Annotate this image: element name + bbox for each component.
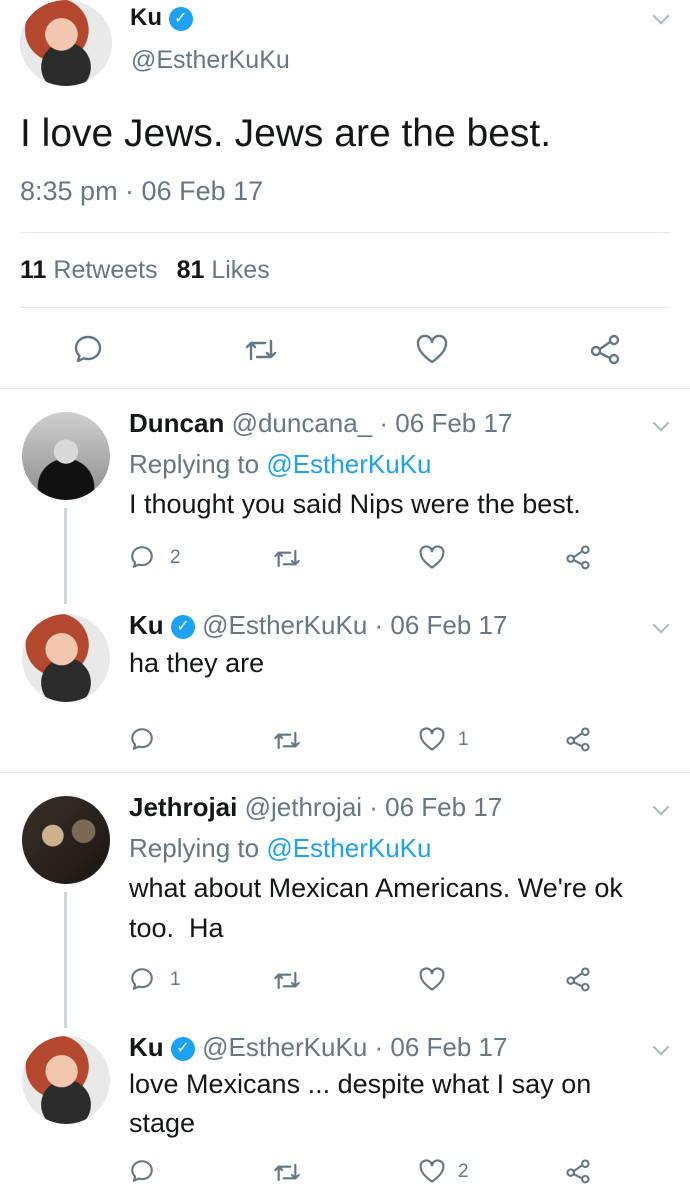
reply-count: 2 <box>170 547 181 568</box>
replying-to: Replying to @EstherKuKu <box>129 449 431 480</box>
tweet-text: I love Jews. Jews are the best. <box>20 112 552 155</box>
retweets-count: 11 <box>20 256 47 284</box>
reply-text-line2: stage <box>129 1108 196 1138</box>
reply-author-name[interactable]: Duncan <box>129 408 224 438</box>
verified-icon: ✓ <box>168 6 193 31</box>
reply-text: ha they are <box>129 648 265 678</box>
like-icon[interactable] <box>415 333 449 365</box>
reply-meta: @duncana_ · 06 Feb 17 <box>231 408 513 438</box>
chevron-down-icon[interactable] <box>652 798 670 816</box>
stats-row: 11 Retweets 81 Likes <box>20 256 270 285</box>
retweets-stat[interactable]: 11 Retweets <box>20 256 165 284</box>
share-icon[interactable] <box>564 1158 592 1184</box>
divider <box>20 232 670 233</box>
reply-text-line1: love Mexicans ... despite what I say on <box>129 1069 592 1099</box>
reply-icon[interactable] <box>129 966 155 992</box>
like-count: 2 <box>458 1161 469 1182</box>
replying-to-prefix: Replying to <box>129 833 260 863</box>
retweet-icon[interactable] <box>272 968 302 993</box>
avatar[interactable] <box>20 0 112 86</box>
retweet-icon[interactable] <box>272 546 302 571</box>
likes-count: 81 <box>176 256 205 284</box>
retweet-icon[interactable] <box>272 728 302 753</box>
author-name-row: Ku ✓ <box>130 4 193 32</box>
reply-header: Ku ✓ @EstherKuKu · 06 Feb 17 <box>129 1032 507 1063</box>
reply-header: Jethrojai @jethrojai · 06 Feb 17 <box>129 792 502 823</box>
replying-to-prefix: Replying to <box>129 449 260 479</box>
author-handle[interactable]: @EstherKuKu <box>131 46 290 75</box>
share-icon[interactable] <box>588 333 622 365</box>
thread-line <box>64 508 67 604</box>
avatar[interactable] <box>22 412 110 500</box>
share-icon[interactable] <box>564 966 592 992</box>
replying-to-link[interactable]: @EstherKuKu <box>266 833 431 863</box>
divider <box>0 388 690 389</box>
like-icon[interactable] <box>418 726 446 752</box>
reply-icon[interactable] <box>72 333 104 365</box>
likes-label: Likes <box>211 256 270 284</box>
reply-meta: @EstherKuKu · 06 Feb 17 <box>202 1032 508 1062</box>
thread-line <box>64 892 67 1028</box>
reply-text-line2: too. Ha <box>129 913 224 943</box>
like-icon[interactable] <box>418 966 446 992</box>
avatar[interactable] <box>22 796 110 884</box>
divider <box>0 772 690 773</box>
share-icon[interactable] <box>564 726 592 752</box>
reply-text-line1: what about Mexican Americans. We're ok <box>129 873 623 903</box>
reply-meta: @EstherKuKu · 06 Feb 17 <box>202 610 508 640</box>
reply-header: Ku ✓ @EstherKuKu · 06 Feb 17 <box>129 610 507 641</box>
like-count: 1 <box>458 729 469 750</box>
reply-meta: @jethrojai · 06 Feb 17 <box>244 792 503 822</box>
author-name[interactable]: Ku <box>130 4 162 31</box>
chevron-down-icon[interactable] <box>652 1038 670 1056</box>
like-icon[interactable] <box>418 544 446 570</box>
verified-icon: ✓ <box>170 1037 195 1062</box>
likes-stat[interactable]: 81 Likes <box>177 256 270 284</box>
reply-header: Duncan @duncana_ · 06 Feb 17 <box>129 408 512 439</box>
retweet-icon[interactable] <box>243 335 279 365</box>
reply-icon[interactable] <box>129 726 155 752</box>
replying-to: Replying to @EstherKuKu <box>129 833 431 864</box>
reply-count: 1 <box>170 969 181 990</box>
retweet-icon[interactable] <box>272 1160 302 1185</box>
like-icon[interactable] <box>418 1158 446 1184</box>
reply-author-name[interactable]: Ku <box>129 1032 164 1062</box>
share-icon[interactable] <box>564 544 592 570</box>
divider <box>20 307 670 308</box>
chevron-down-icon[interactable] <box>652 414 670 432</box>
chevron-down-icon[interactable] <box>652 616 670 634</box>
verified-icon: ✓ <box>170 615 195 640</box>
replying-to-link[interactable]: @EstherKuKu <box>266 449 431 479</box>
chevron-down-icon[interactable] <box>652 7 670 25</box>
tweet-timestamp: 8:35 pm · 06 Feb 17 <box>20 176 264 206</box>
reply-icon[interactable] <box>129 1158 155 1184</box>
reply-text: I thought you said Nips were the best. <box>129 489 581 519</box>
avatar[interactable] <box>22 614 110 702</box>
reply-author-name[interactable]: Ku <box>129 610 164 640</box>
reply-author-name[interactable]: Jethrojai <box>129 792 237 822</box>
retweets-label: Retweets <box>53 256 158 284</box>
reply-icon[interactable] <box>129 544 155 570</box>
avatar[interactable] <box>22 1036 110 1124</box>
